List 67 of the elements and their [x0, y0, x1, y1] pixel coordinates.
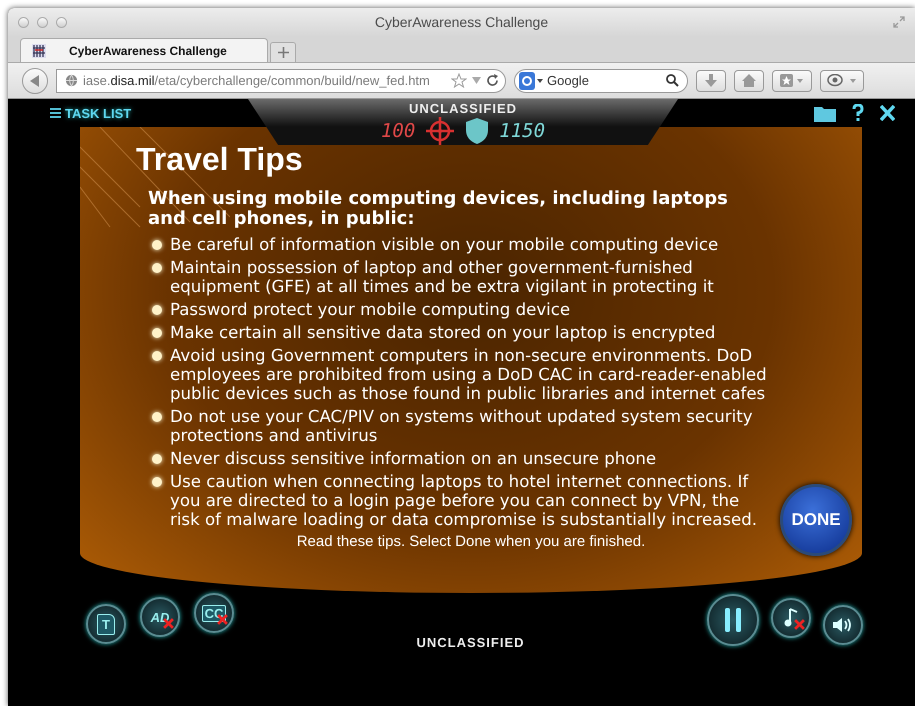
- bullet-icon: [152, 240, 162, 250]
- music-button[interactable]: [771, 598, 811, 638]
- search-icon[interactable]: [666, 74, 679, 87]
- globe-icon: [65, 74, 78, 87]
- close-icon[interactable]: [880, 105, 895, 121]
- transcript-button[interactable]: T: [86, 604, 126, 644]
- help-icon[interactable]: [852, 104, 864, 122]
- pause-icon: [723, 607, 743, 633]
- plus-icon: [278, 47, 288, 58]
- bullet-icon: [152, 412, 162, 422]
- window-title: CyberAwareness Challenge: [374, 14, 548, 30]
- back-arrow-icon: [30, 74, 40, 86]
- crosshair-icon: [425, 116, 456, 146]
- extension-button[interactable]: [820, 70, 864, 92]
- bookmark-star-icon: [780, 74, 804, 87]
- zoom-window-button[interactable]: [56, 16, 67, 28]
- classification-label: UNCLASSIFIED: [408, 101, 518, 116]
- bullet-icon: [152, 263, 162, 273]
- page-title: Travel Tips: [136, 141, 304, 177]
- bookmarks-button[interactable]: [772, 70, 812, 92]
- dropdown-arrow-icon[interactable]: [472, 77, 481, 84]
- folder-icon[interactable]: [814, 104, 836, 122]
- disabled-x-icon: [794, 619, 805, 630]
- browser-tab[interactable]: CyberAwareness Challenge: [20, 38, 268, 62]
- reload-icon[interactable]: [486, 74, 499, 87]
- tip-text: Password protect your mobile computing device: [170, 300, 570, 319]
- new-tab-button[interactable]: [270, 42, 296, 62]
- search-engine-icon[interactable]: [519, 72, 543, 90]
- back-button[interactable]: [22, 68, 48, 94]
- url-text: iase.disa.mil/eta/cyberchallenge/common/build/new_fed.htm: [83, 73, 430, 88]
- downloads-button[interactable]: [696, 70, 726, 92]
- tip-text: Avoid using Government computers in non-secure environments. DoD employees are prohibited from using a DoD CAC in card-reader-enabled public devices such as those found in public libraries and internet cafes: [170, 346, 768, 403]
- search-field[interactable]: Google: [547, 73, 662, 88]
- tip-text: Maintain possession of laptop and other government-furnished equipment (GFE) at all times and be extra vigilant in protecting it: [170, 258, 715, 296]
- tip-text: Be careful of information visible on your mobile computing device: [170, 235, 718, 254]
- points-counter: 1150: [499, 120, 546, 142]
- fullscreen-icon[interactable]: [893, 16, 905, 28]
- site-logo-icon: [31, 42, 47, 58]
- instruction-text: Read these tips. Select Done when you are finished.: [296, 533, 646, 550]
- close-window-button[interactable]: [18, 16, 29, 28]
- done-button[interactable]: DONE: [780, 484, 852, 556]
- speaker-icon: [832, 617, 854, 633]
- bullet-icon: [152, 328, 162, 338]
- bullet-icon: [152, 454, 162, 464]
- bookmark-star-icon[interactable]: [451, 73, 467, 88]
- bullet-icon: [152, 351, 162, 361]
- tips-heading: When using mobile computing devices, including laptops and cell phones, in public:: [148, 189, 729, 229]
- volume-button[interactable]: [823, 605, 863, 645]
- address-field[interactable]: iase.disa.mil/eta/cyberchallenge/common/build/new_fed.htm: [56, 68, 506, 92]
- music-note-icon: [784, 608, 798, 628]
- pause-button[interactable]: [707, 594, 759, 646]
- shield-icon: [465, 117, 490, 145]
- score-counter: 100: [380, 120, 416, 142]
- bullet-icon: [152, 305, 162, 315]
- menu-icon: [50, 108, 61, 118]
- down-arrow-icon: [705, 74, 717, 87]
- task-list-button[interactable]: TASK LIST: [50, 106, 132, 120]
- minimize-window-button[interactable]: [37, 16, 48, 28]
- tip-text: Use caution when connecting laptops to hotel internet connections. If you are directed to a login page before you can connect by VPN, the risk of malware loading or data compromise is substantially increased.: [170, 472, 758, 529]
- tip-text: Never discuss sensitive information on an unsecure phone: [170, 449, 656, 468]
- tip-text: Do not use your CAC/PIV on systems without updated system security protections and antivirus: [170, 407, 754, 445]
- tip-text: Make certain all sensitive data stored on your laptop is encrypted: [170, 323, 716, 342]
- classification-label: UNCLASSIFIED: [416, 635, 525, 650]
- home-icon: [742, 74, 756, 87]
- bullet-icon: [152, 477, 162, 487]
- search-box[interactable]: Google: [514, 68, 688, 92]
- home-button[interactable]: [734, 70, 764, 92]
